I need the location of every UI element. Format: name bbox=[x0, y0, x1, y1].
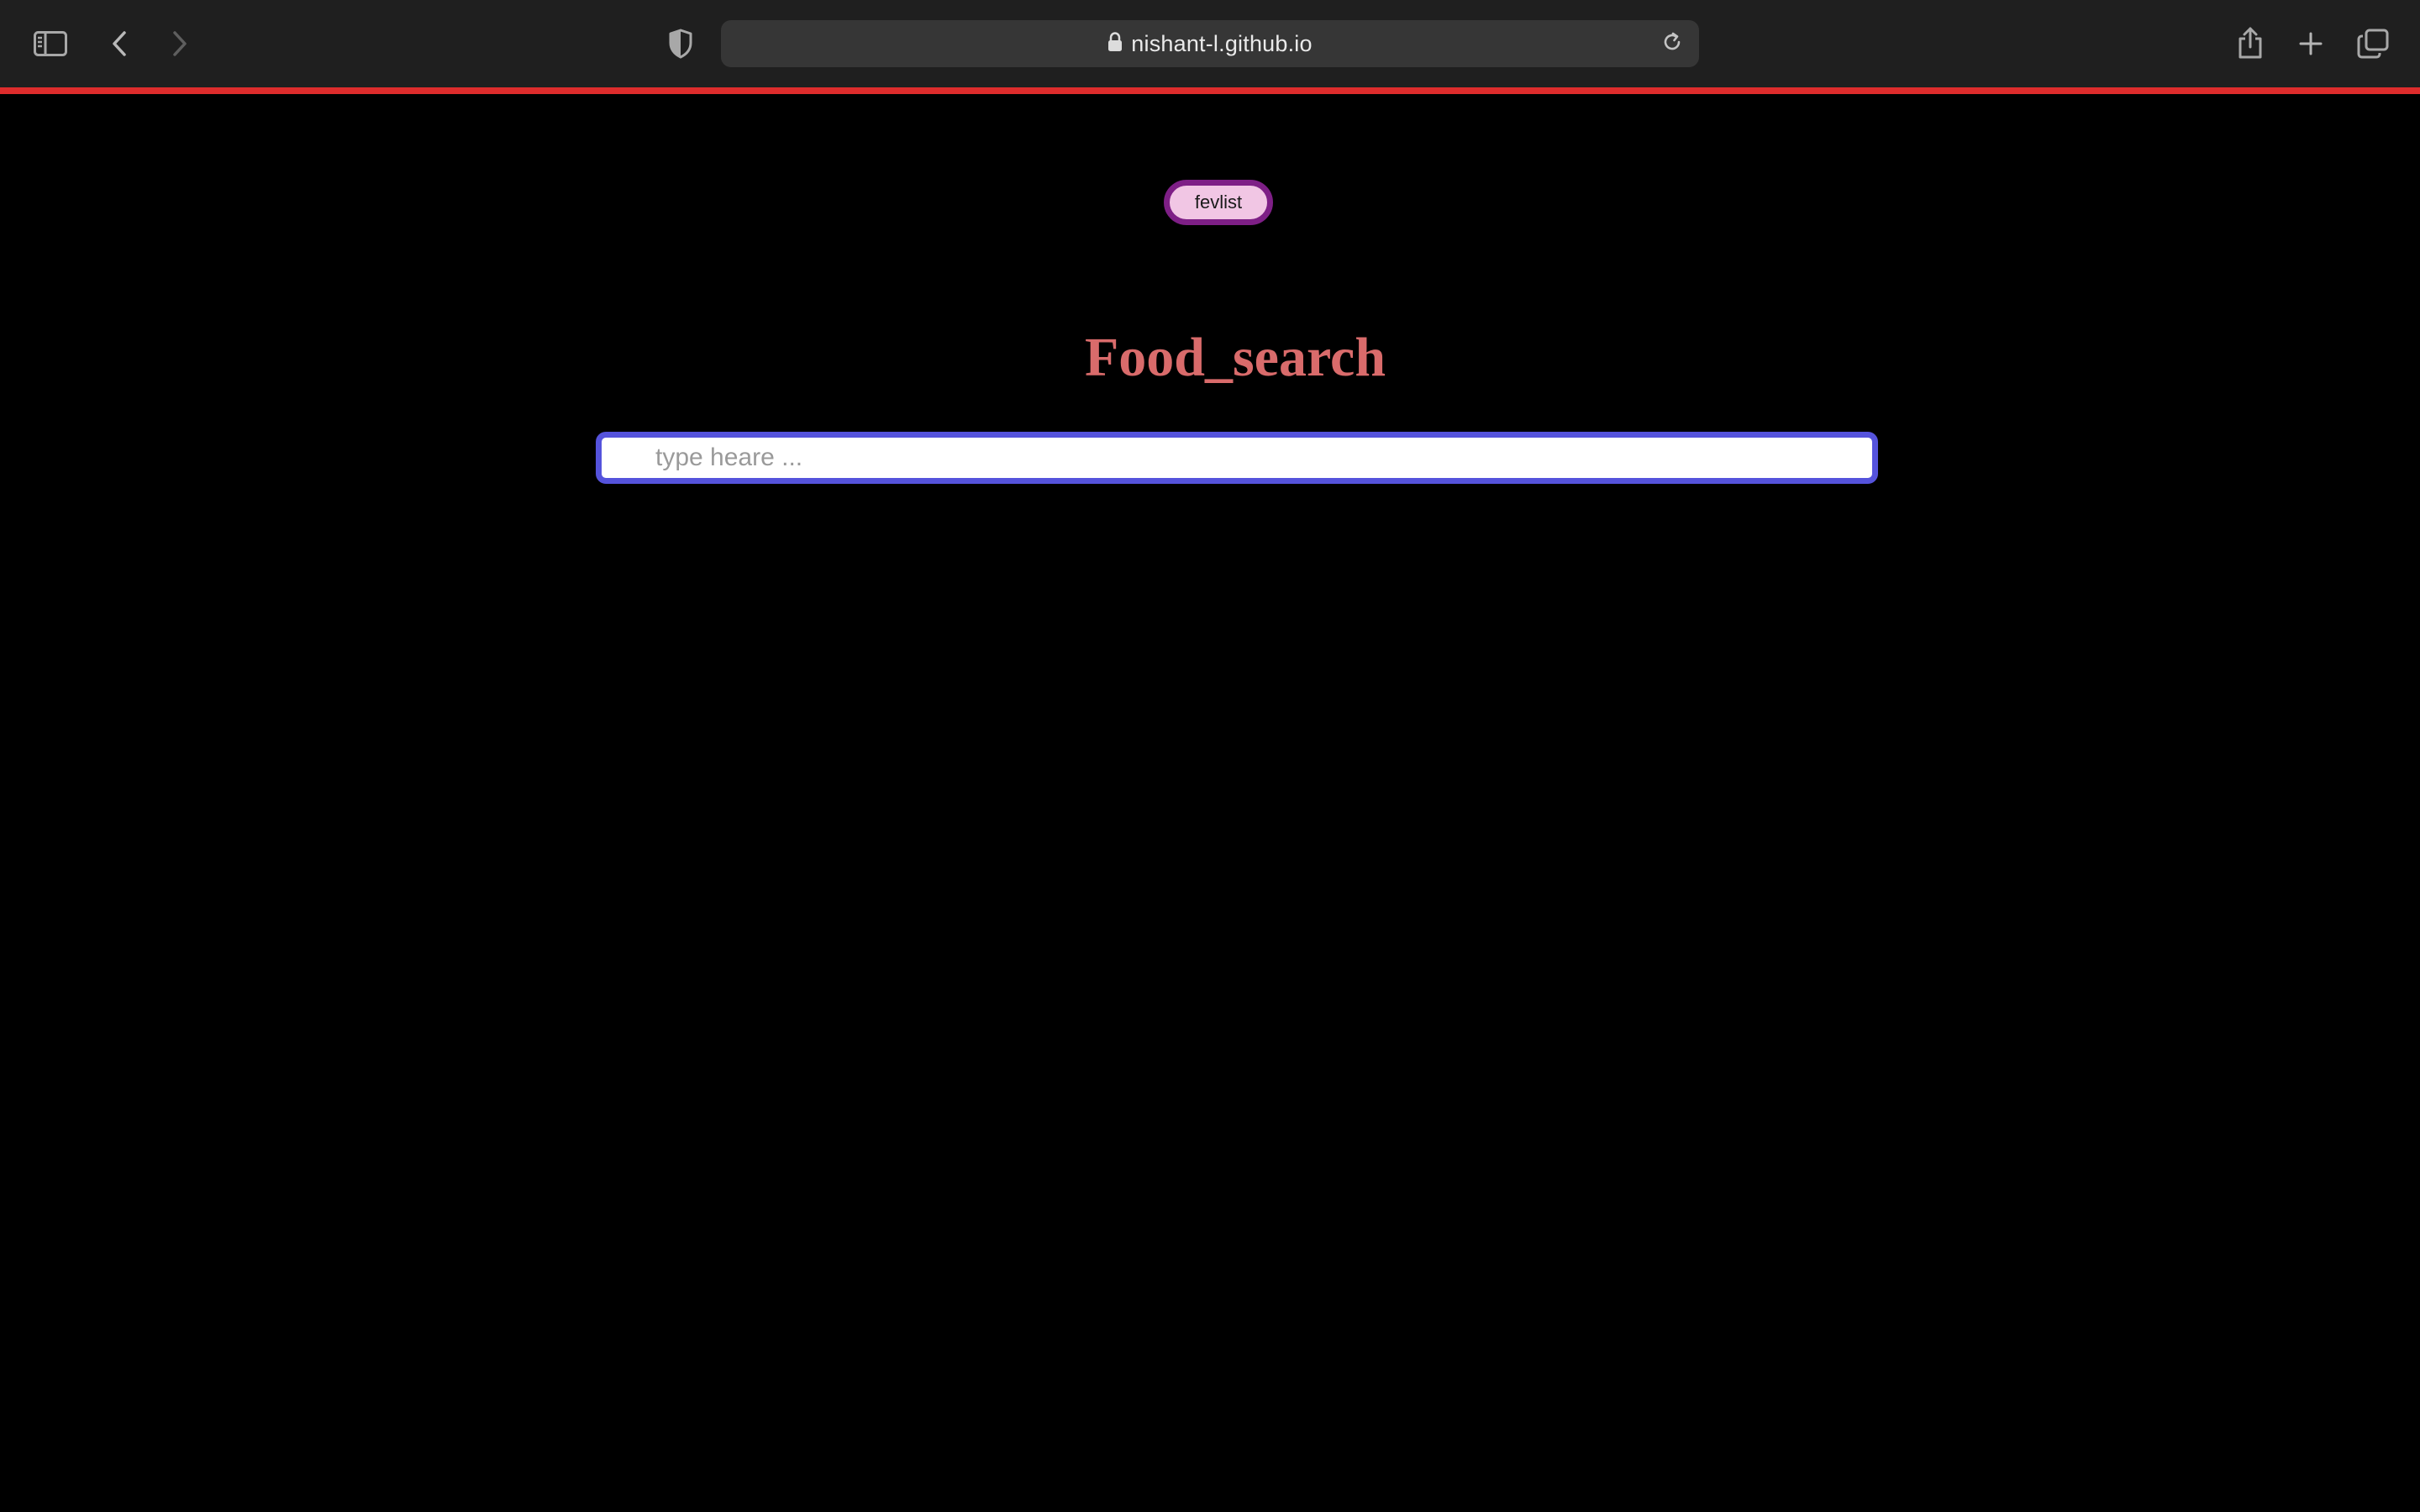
sidebar-icon bbox=[34, 31, 67, 56]
new-tab-button[interactable] bbox=[2292, 25, 2329, 62]
forward-button[interactable] bbox=[161, 25, 198, 62]
back-button[interactable] bbox=[101, 25, 138, 62]
shield-icon bbox=[668, 29, 693, 59]
page-load-progress-bar bbox=[0, 87, 2420, 94]
share-icon bbox=[2237, 26, 2264, 60]
reload-icon bbox=[1661, 31, 1683, 57]
reload-button[interactable] bbox=[1657, 29, 1687, 59]
privacy-report-button[interactable] bbox=[664, 25, 697, 62]
address-content: nishant-l.github.io bbox=[721, 20, 1699, 67]
page-title: Food_search bbox=[1084, 327, 1386, 388]
chevron-left-icon bbox=[111, 30, 128, 57]
tab-overview-button[interactable] bbox=[2353, 25, 2393, 62]
address-bar[interactable]: nishant-l.github.io bbox=[721, 20, 1699, 67]
fevlist-button[interactable]: fevlist bbox=[1164, 180, 1273, 225]
browser-toolbar: nishant-l.github.io bbox=[0, 0, 2420, 89]
tabs-icon bbox=[2357, 29, 2389, 59]
share-button[interactable] bbox=[2232, 22, 2269, 64]
url-text: nishant-l.github.io bbox=[1131, 30, 1313, 56]
chevron-right-icon bbox=[171, 30, 188, 57]
sidebar-toggle-button[interactable] bbox=[30, 25, 71, 62]
search-input[interactable] bbox=[602, 438, 1872, 478]
plus-icon bbox=[2298, 31, 2323, 56]
search-box bbox=[596, 432, 1878, 484]
lock-icon bbox=[1107, 31, 1123, 56]
page-content: fevlist Food_search bbox=[0, 94, 2420, 1512]
